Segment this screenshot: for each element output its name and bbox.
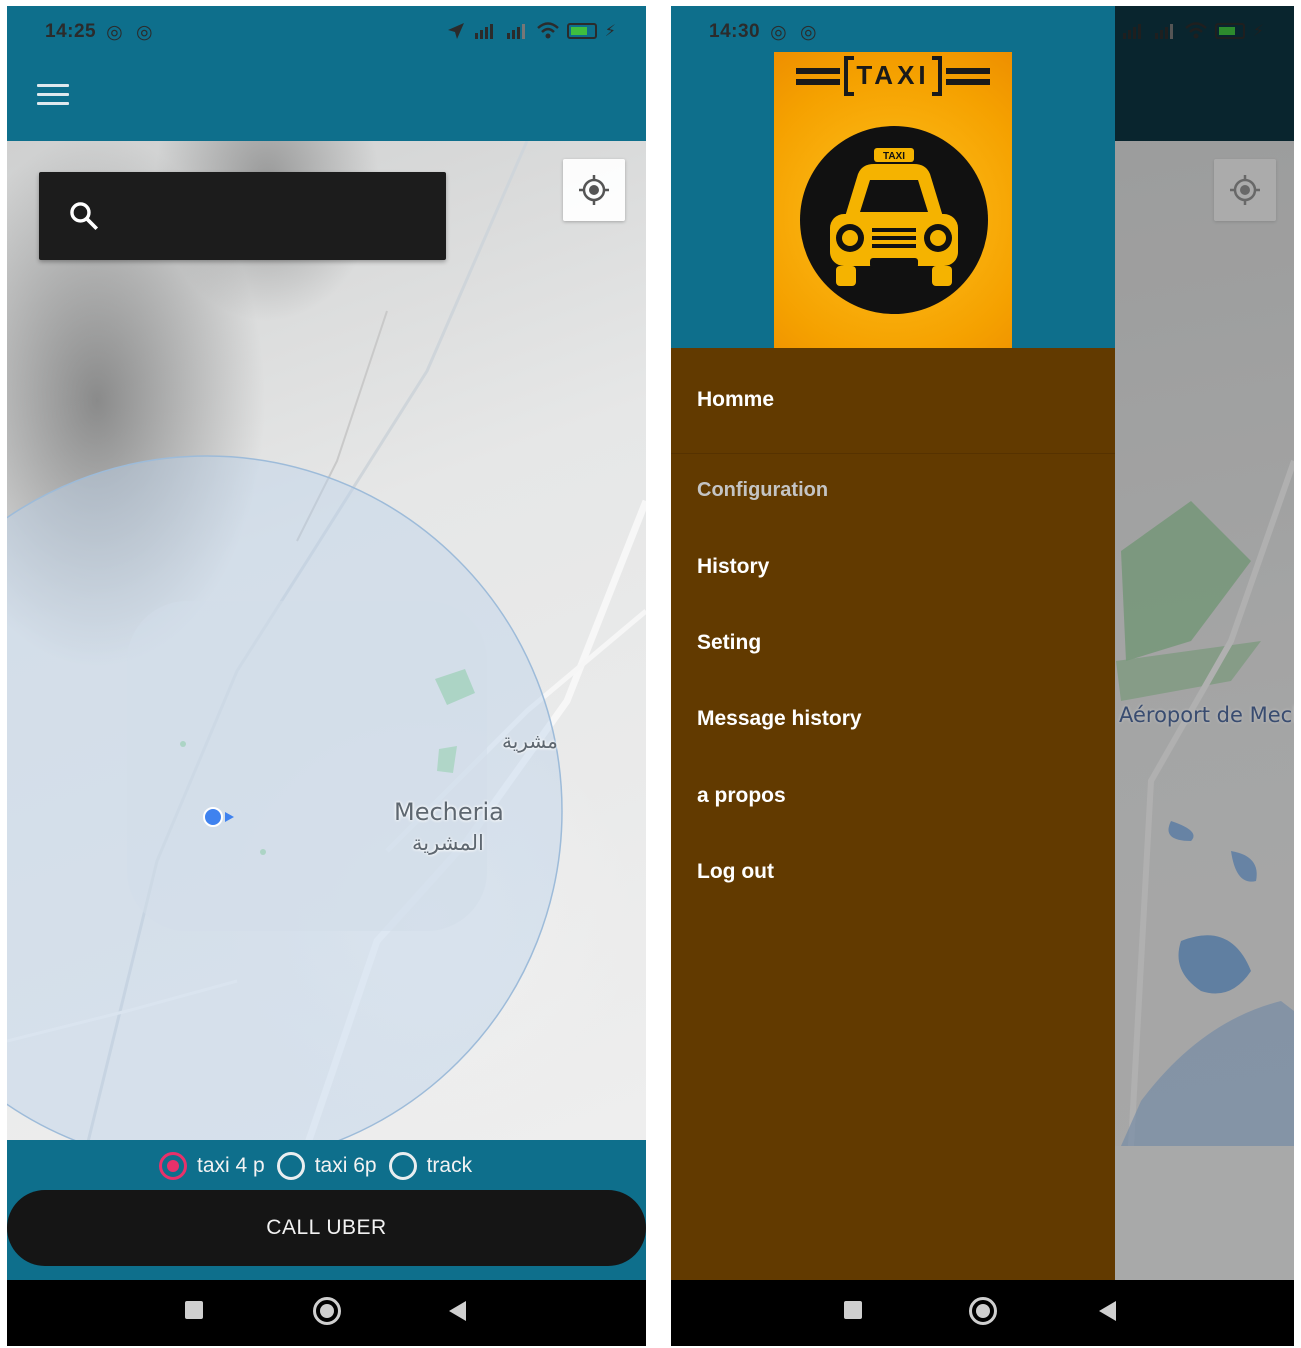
menu-button[interactable]: [37, 84, 69, 108]
search-input[interactable]: [39, 172, 446, 260]
location-arrow-icon: [447, 23, 464, 39]
bottom-panel: taxi 4 p taxi 6p track CALL UBER: [7, 1140, 646, 1280]
main-map-screen: مشرية Mecheria المشرية 14:25 ◎ ◎ ⚡ taxi …: [7, 6, 646, 1346]
logo-badge-text: TAXI: [883, 151, 905, 162]
wifi-icon: [536, 22, 559, 39]
call-uber-button[interactable]: CALL UBER: [7, 1190, 646, 1266]
radio-indicator[interactable]: [276, 1152, 305, 1180]
back-button[interactable]: [449, 1301, 466, 1321]
menu-section-configuration: Configuration: [697, 479, 829, 501]
map-graphics: [7, 141, 646, 1146]
radio-taxi-4p[interactable]: taxi 4 p: [159, 1152, 265, 1180]
system-nav-bar: [671, 1280, 1294, 1346]
status-time: 14:25: [45, 21, 97, 42]
radio-indicator[interactable]: [388, 1152, 417, 1180]
menu-item-message-history[interactable]: Message history: [697, 707, 862, 731]
status-time: 14:30: [709, 21, 761, 42]
menu-item-history[interactable]: History: [697, 555, 769, 579]
my-location-button[interactable]: [563, 159, 625, 221]
status-bar: 14:25 ◎ ◎ ⚡: [7, 6, 646, 58]
signal-icon: [474, 24, 493, 39]
radio-track[interactable]: track: [388, 1152, 473, 1180]
navigation-drawer: 14:30 ◎ ◎ TAXI TAXI Homme Configuration …: [671, 6, 1115, 1280]
search-icon: [70, 202, 99, 231]
crosshair-icon: [579, 175, 609, 205]
radio-taxi-6p[interactable]: taxi 6p: [276, 1152, 377, 1180]
status-bar: 14:30 ◎ ◎: [671, 6, 1115, 58]
radio-label: taxi 6p: [314, 1154, 377, 1177]
battery-icon: [566, 23, 597, 39]
home-button[interactable]: [969, 1297, 997, 1325]
signal-2-icon: [506, 24, 525, 39]
status-right-icons: ⚡: [447, 21, 616, 41]
logo-text: TAXI: [856, 60, 929, 90]
radio-label: taxi 4 p: [197, 1154, 265, 1177]
status-notification-icons: ◎ ◎: [106, 21, 157, 43]
system-nav-bar: [7, 1280, 646, 1346]
menu-item-a-propos[interactable]: a propos: [697, 784, 786, 808]
menu-item-log-out[interactable]: Log out: [697, 860, 774, 884]
back-button[interactable]: [1099, 1301, 1116, 1321]
recents-button[interactable]: [185, 1301, 203, 1319]
menu-item-seting[interactable]: Seting: [697, 631, 761, 655]
home-button[interactable]: [313, 1297, 341, 1325]
charging-icon: ⚡: [604, 23, 616, 40]
status-notification-icons: ◎ ◎: [770, 21, 821, 43]
map-label-city: Mecheria: [394, 798, 504, 826]
map-view[interactable]: مشرية Mecheria المشرية: [7, 141, 646, 1146]
vehicle-type-group: taxi 4 p taxi 6p track: [159, 1152, 484, 1180]
menu-item-homme[interactable]: Homme: [697, 388, 774, 412]
drawer-header: 14:30 ◎ ◎ TAXI TAXI: [671, 6, 1115, 348]
recents-button[interactable]: [844, 1301, 862, 1319]
taxi-car-icon: TAXI TAXI: [796, 56, 990, 314]
radio-selected-indicator[interactable]: [159, 1152, 187, 1180]
taxi-logo: TAXI TAXI: [774, 52, 1012, 348]
map-label-arabic-east: مشرية: [502, 729, 558, 753]
drawer-open-screen: Aéroport de Mecheria 14:30 ◎ ◎ ⚡: [671, 6, 1294, 1346]
menu-divider: [671, 453, 1115, 454]
app-bar: 14:25 ◎ ◎ ⚡: [7, 6, 646, 141]
radio-label: track: [426, 1154, 473, 1177]
map-label-city-arabic: المشرية: [412, 831, 484, 855]
